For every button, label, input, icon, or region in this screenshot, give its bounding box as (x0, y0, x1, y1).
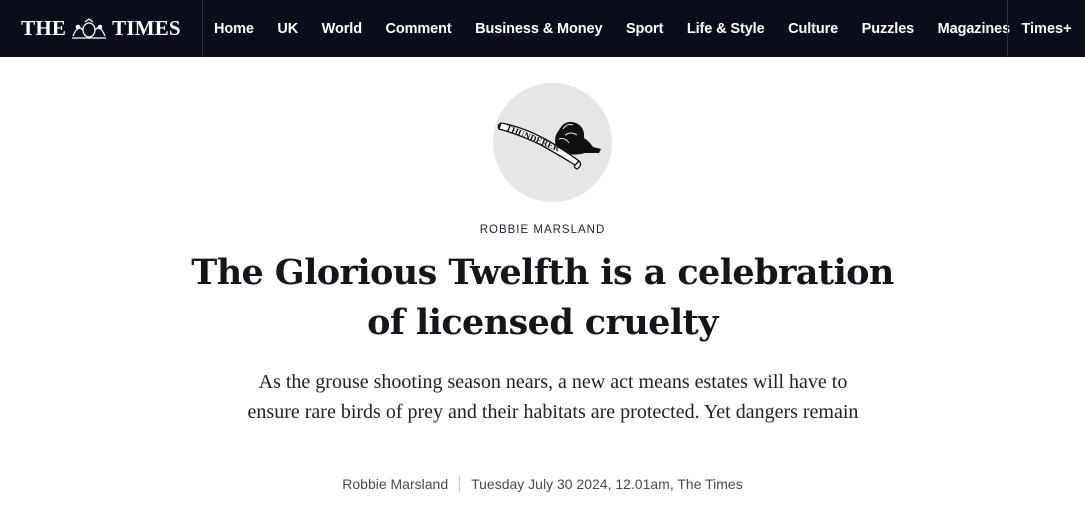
thunderer-emblem: THUNDERER (493, 83, 612, 202)
byline-divider (459, 476, 461, 492)
nav-sport[interactable]: Sport (626, 21, 663, 37)
logo-word-the: THE (21, 16, 67, 40)
article-standfirst: As the grouse shooting season nears, a n… (247, 371, 859, 423)
author-kicker[interactable]: ROBBIE MARSLAND (0, 224, 1085, 236)
section-nav: Home UK World Comment Business & Money S… (203, 0, 1034, 57)
nav-comment[interactable]: Comment (385, 21, 451, 37)
nav-world[interactable]: World (322, 21, 362, 37)
nav-puzzles[interactable]: Puzzles (862, 21, 915, 37)
royal-crest-icon (72, 17, 107, 39)
byline-author[interactable]: Robbie Marsland (342, 476, 448, 492)
nav-culture[interactable]: Culture (788, 21, 838, 37)
article-byline: Robbie Marsland Tuesday July 30 2024, 12… (0, 476, 1085, 492)
nav-magazines[interactable]: Magazines (938, 21, 1011, 37)
nav-life-style[interactable]: Life & Style (687, 21, 765, 37)
nav-home[interactable]: Home (214, 21, 254, 37)
top-navigation-bar: THE TIMES Home UK World Comment Business… (0, 0, 1085, 57)
nav-uk[interactable]: UK (277, 21, 298, 37)
logo-word-times: TIMES (112, 16, 181, 40)
times-plus-link[interactable]: Times+ (1007, 0, 1085, 57)
byline-date: Tuesday July 30 2024, 12.01am, The Times (471, 476, 743, 492)
the-times-logo[interactable]: THE TIMES (0, 0, 203, 57)
emblem-text: THUNDERER (504, 123, 562, 154)
nav-business-money[interactable]: Business & Money (475, 21, 602, 37)
thunderer-lion-icon: THUNDERER (497, 121, 601, 170)
article-headline: The Glorious Twelfth is a celebration of… (191, 252, 894, 343)
